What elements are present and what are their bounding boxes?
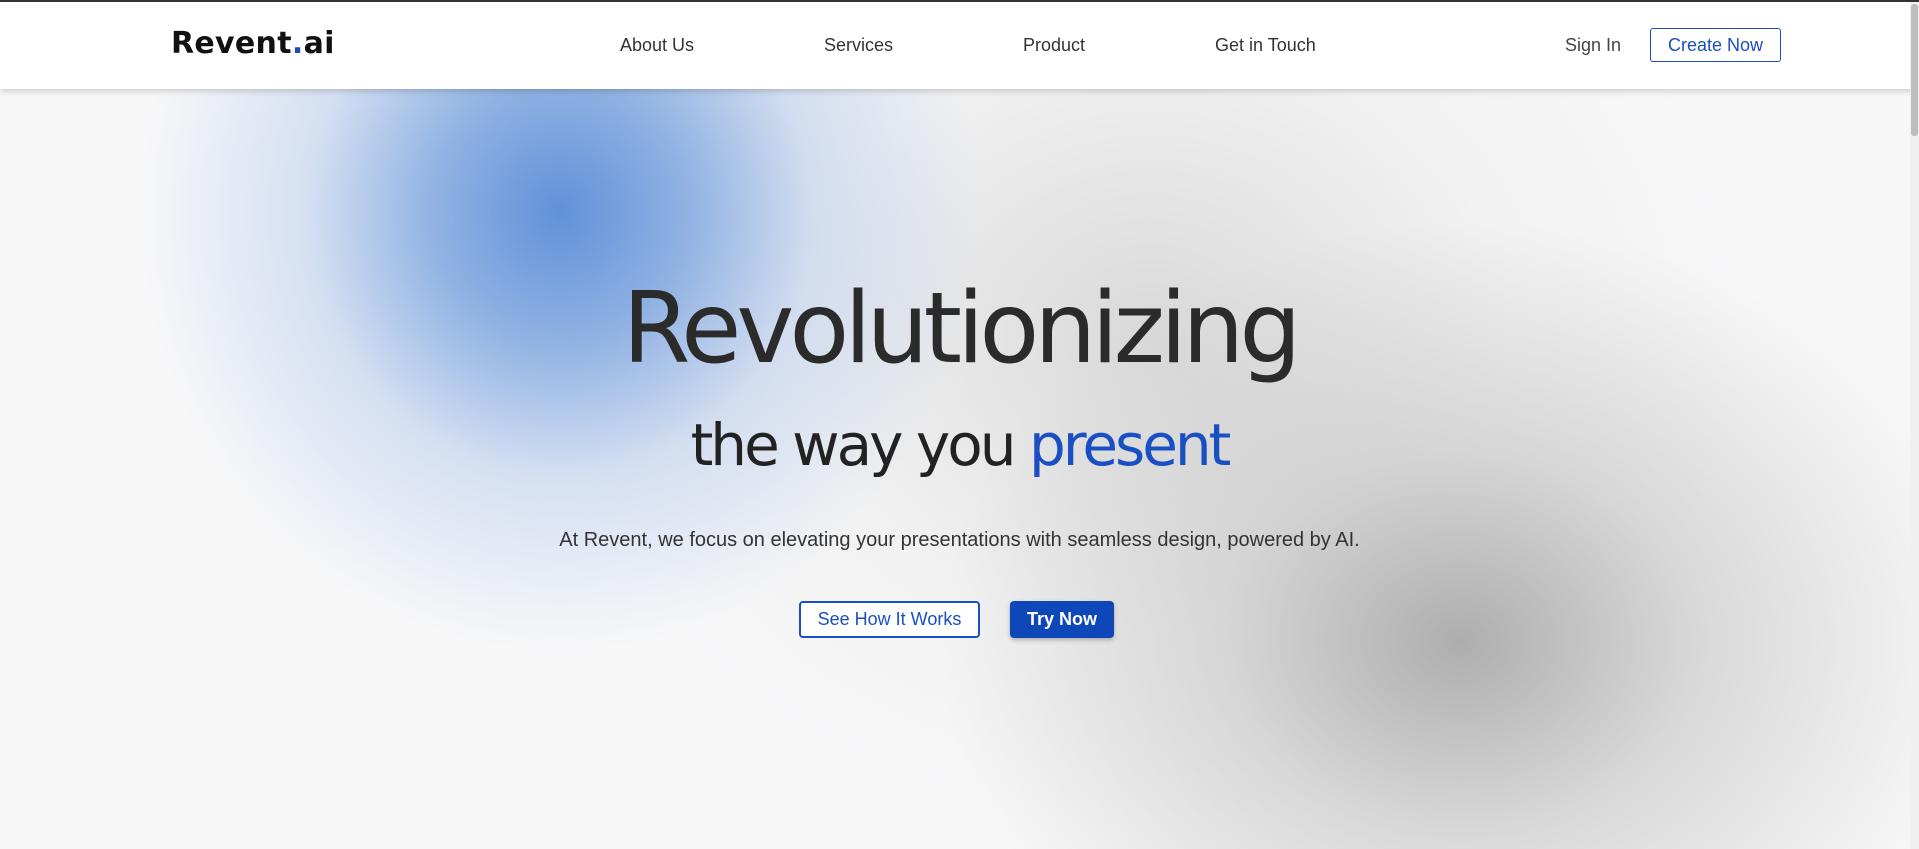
hero-subtitle-prefix: the way you — [690, 411, 1029, 479]
hero-subtitle-accent: present — [1028, 411, 1231, 479]
sign-in-link[interactable]: Sign In — [1565, 35, 1621, 56]
hero-title: Revolutionizing — [622, 272, 1301, 386]
vertical-scrollbar[interactable] — [1910, 2, 1919, 849]
scrollbar-thumb[interactable] — [1911, 4, 1918, 136]
nav-services[interactable]: Services — [824, 35, 893, 56]
logo-dot: . — [291, 26, 304, 61]
nav-get-in-touch[interactable]: Get in Touch — [1215, 35, 1316, 56]
try-now-button[interactable]: Try Now — [1010, 601, 1114, 638]
hero-description: At Revent, we focus on elevating your pr… — [559, 529, 1360, 551]
logo-suffix: ai — [303, 26, 335, 61]
see-how-it-works-button[interactable]: See How It Works — [799, 601, 980, 638]
logo[interactable]: Revent.ai — [171, 26, 335, 61]
nav-product[interactable]: Product — [1023, 35, 1085, 56]
create-now-button[interactable]: Create Now — [1650, 28, 1781, 62]
top-navbar: Revent.ai About Us Services Product Get … — [0, 2, 1919, 89]
page: Revent.ai About Us Services Product Get … — [0, 0, 1919, 849]
hero-subtitle: the way you present — [0, 416, 1919, 474]
logo-text: Revent — [171, 26, 292, 61]
nav-about-us[interactable]: About Us — [620, 35, 694, 56]
